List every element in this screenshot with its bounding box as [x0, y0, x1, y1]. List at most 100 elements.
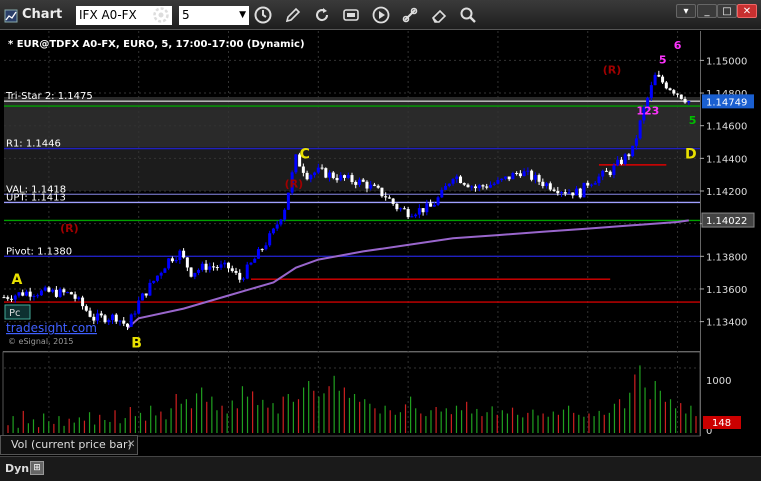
candle-body [32, 295, 36, 297]
candle-body [653, 74, 657, 86]
candle-body [485, 186, 489, 188]
chart-annotation: 6 [674, 39, 682, 52]
window-title: Chart [22, 7, 63, 22]
gear-icon[interactable] [152, 6, 170, 24]
candle-body [604, 170, 608, 172]
symbol-value: IFX A0-FX [79, 8, 137, 22]
candle-body [313, 172, 317, 176]
candle-body [256, 249, 260, 259]
candle-body [129, 314, 133, 327]
candle-body [208, 266, 212, 270]
close-button[interactable]: ✕ [737, 4, 757, 18]
minimize-button[interactable]: _ [697, 4, 717, 18]
candle-body [459, 176, 463, 184]
candle-body [447, 183, 451, 186]
candle-body [545, 183, 549, 187]
candle-body [586, 182, 590, 186]
clock-icon[interactable] [254, 6, 272, 24]
candle-body [623, 154, 627, 164]
candle-body [17, 292, 21, 296]
candle-body [163, 268, 167, 273]
candle-body [440, 189, 444, 198]
candle-body [62, 289, 66, 293]
chart-annotation: 1 [678, 30, 686, 31]
menu-button[interactable]: ▾ [676, 4, 696, 18]
candle-body [537, 175, 541, 182]
maximize-button[interactable]: □ [717, 4, 737, 18]
candle-body [432, 204, 436, 207]
candle-body [324, 168, 328, 178]
candle-body [522, 171, 526, 177]
candle-body [193, 272, 197, 277]
play-icon[interactable] [372, 6, 390, 24]
chart-annotation: 5 [689, 114, 697, 127]
candle-body [361, 179, 365, 182]
brand-watermark[interactable]: tradesight.com [6, 321, 97, 335]
price-chart[interactable]: Tri-Star 2: 1.1475R1: 1.1446VAL: 1.1418U… [0, 30, 761, 456]
candle-body [343, 175, 347, 178]
candle-body [511, 173, 515, 180]
candle-body [526, 170, 530, 172]
candle-body [515, 173, 519, 175]
candle-body [533, 175, 537, 180]
candle-body [541, 181, 545, 187]
candle-body [657, 74, 661, 77]
stats-icon[interactable] [342, 6, 360, 24]
candle-body [578, 188, 582, 198]
candle-body [111, 314, 115, 321]
candle-body [500, 178, 504, 181]
candle-body [331, 172, 335, 178]
candle-body [608, 171, 612, 176]
lock-icon[interactable]: ⊞ [30, 461, 44, 475]
candle-body [21, 292, 25, 296]
y-tick-label: 1.15000 [706, 56, 747, 67]
candle-body [462, 183, 466, 185]
link-icon[interactable] [401, 6, 419, 24]
zoom-icon[interactable] [459, 6, 477, 24]
pencil-icon[interactable] [284, 6, 302, 24]
candle-body [316, 167, 320, 173]
y-tick-label: 1.14600 [706, 122, 747, 133]
candle-body [268, 233, 272, 246]
candle-body [429, 203, 433, 207]
candle-body [560, 192, 564, 194]
candle-body [219, 264, 223, 268]
candle-body [283, 209, 287, 220]
candle-body [77, 297, 81, 299]
level-label: Tri-Star 2: 1.1475 [5, 91, 93, 102]
candle-body [182, 250, 186, 258]
eraser-icon[interactable] [430, 6, 448, 24]
candle-body [354, 181, 358, 185]
candle-body [155, 275, 159, 281]
candle-body [436, 197, 440, 205]
candle-body [114, 314, 118, 322]
y-tick-label: 1.13400 [706, 318, 747, 329]
candle-body [279, 219, 283, 225]
candle-body [43, 287, 47, 291]
interval-select[interactable]: 5 ▼ [179, 6, 249, 25]
vol-tick-1000: 1000 [706, 376, 731, 387]
candle-body [395, 203, 399, 210]
last-price-label: 1.14749 [706, 97, 747, 108]
chart-annotation: B [131, 336, 142, 352]
candle-body [571, 192, 575, 196]
refresh-icon[interactable] [313, 6, 331, 24]
candle-body [264, 245, 268, 250]
close-icon[interactable]: ✕ [127, 436, 135, 454]
candle-body [679, 94, 683, 99]
dyn-label[interactable]: Dyn [5, 462, 29, 475]
volume-study-label[interactable]: Vol (current price bar) ✕ [0, 435, 138, 455]
candle-body [473, 186, 477, 189]
volume-panel-bg [2, 351, 701, 437]
candle-body [73, 294, 77, 299]
candle-body [103, 315, 107, 323]
candle-body [548, 183, 552, 190]
candle-body [185, 257, 189, 268]
candle-body [619, 159, 623, 164]
candle-body [417, 208, 421, 215]
candle-body [249, 262, 253, 265]
candle-body [496, 180, 500, 184]
candle-body [6, 297, 10, 299]
candle-body [152, 280, 156, 283]
y-tick-label: 1.14400 [706, 154, 747, 165]
